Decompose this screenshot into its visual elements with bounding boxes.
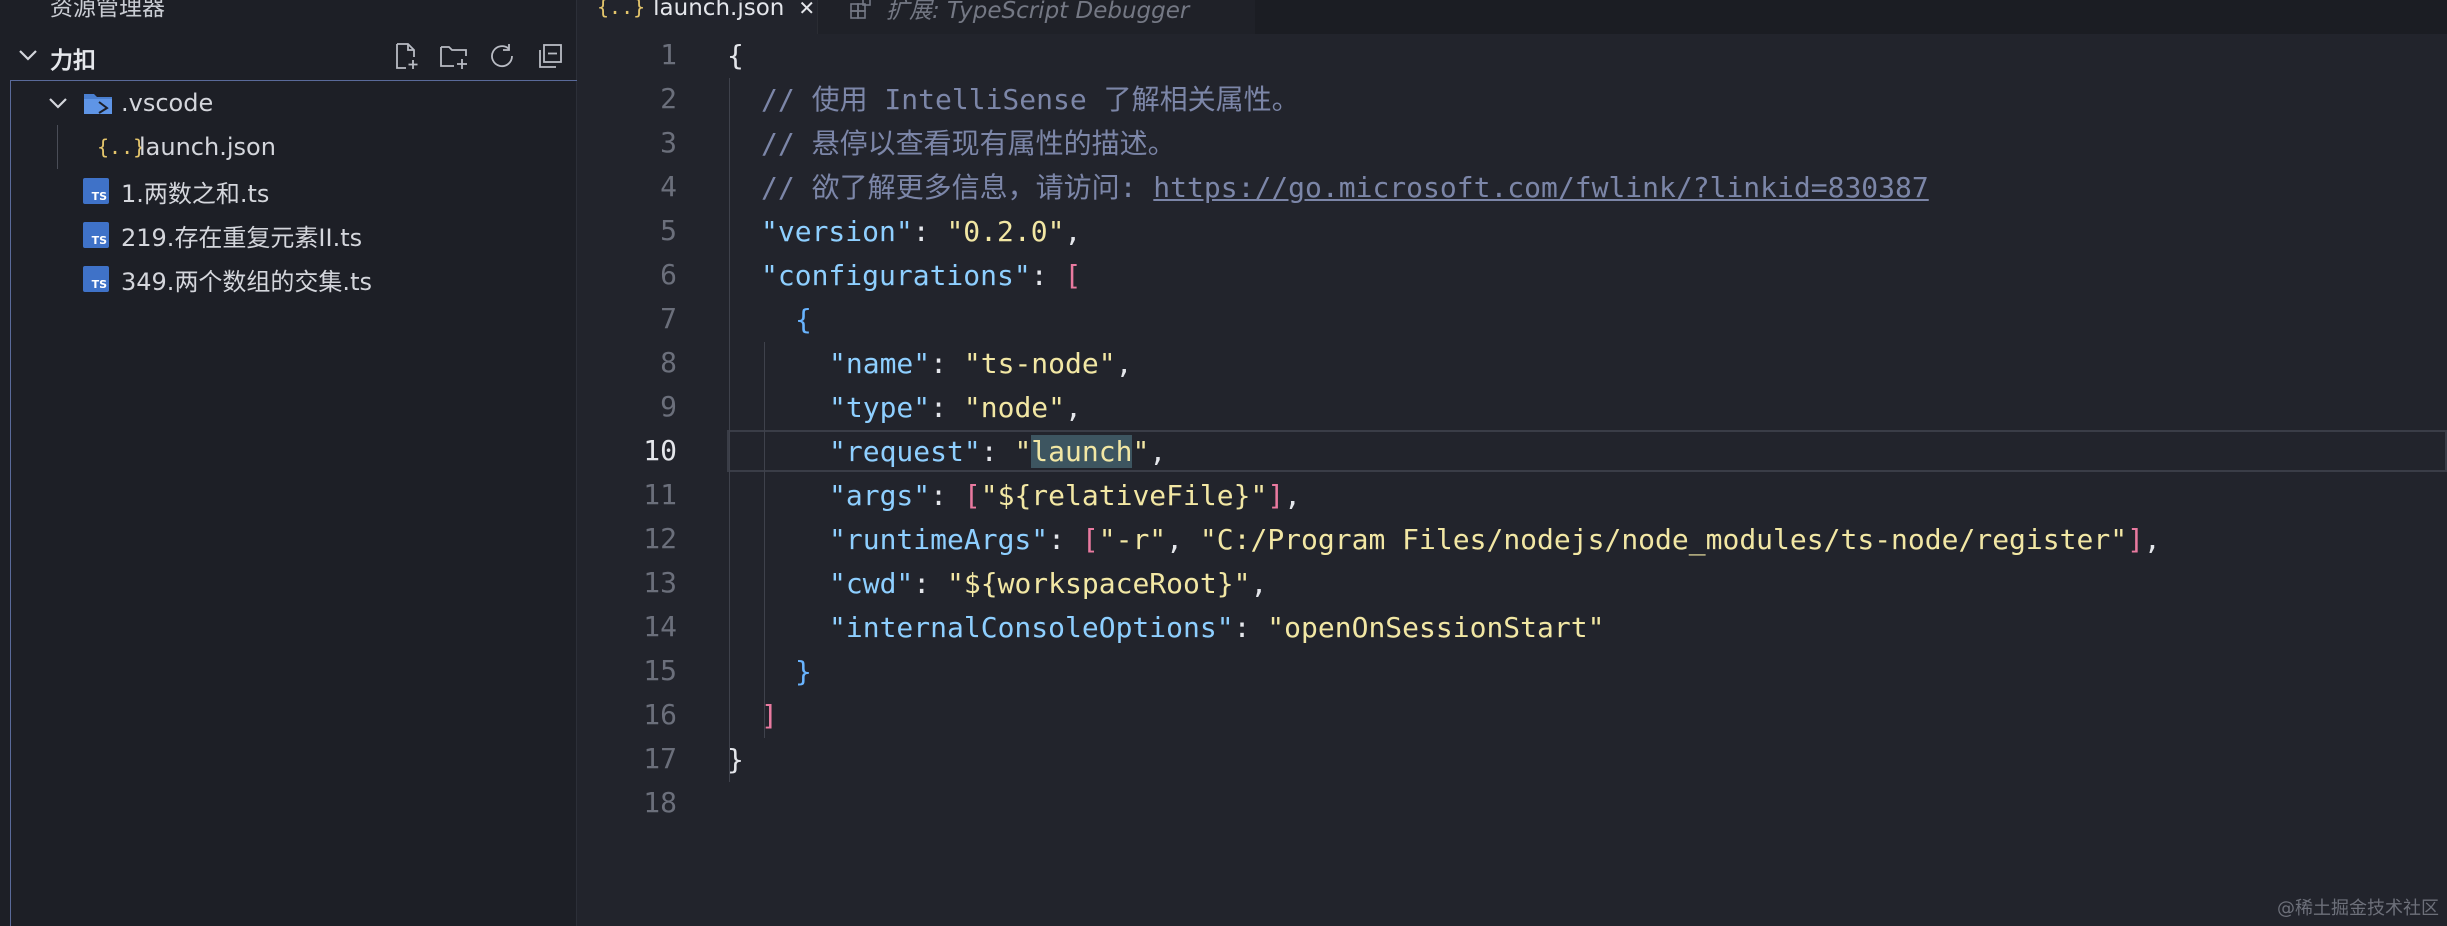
selected-word: launch <box>1031 435 1133 468</box>
line-number: 18 <box>643 786 677 819</box>
explorer-header: 资源管理器 ··· <box>0 0 577 34</box>
line-number: 9 <box>660 390 677 423</box>
indent-guide <box>729 78 730 782</box>
code-line: "type": "node", <box>829 391 1082 424</box>
tree-item-label: .vscode <box>121 89 214 117</box>
line-number: 16 <box>643 698 677 731</box>
code-line: { <box>795 303 812 336</box>
chevron-down-icon <box>19 50 37 61</box>
code-line: { <box>727 39 744 72</box>
tab-label: launch.json <box>653 0 785 21</box>
code-line: // 欲了解更多信息，请访问: https://go.microsoft.com… <box>761 166 1929 210</box>
tree-item-file[interactable]: TS 349.两个数组的交集.ts <box>11 257 577 301</box>
line-number: 12 <box>643 522 677 555</box>
line-number: 2 <box>660 82 677 115</box>
docs-link[interactable]: https://go.microsoft.com/fwlink/?linkid=… <box>1153 171 1928 204</box>
code-line: "configurations": [ <box>761 259 1082 292</box>
vscode-folder-icon <box>84 94 112 114</box>
json-icon: {..} <box>97 135 146 159</box>
line-number: 13 <box>643 566 677 599</box>
line-number: 5 <box>660 214 677 247</box>
line-number: 6 <box>660 258 677 291</box>
vscode-window: 资源管理器 ··· 力扣 <box>0 0 2447 926</box>
tree-item-label: 1.两数之和.ts <box>121 179 270 208</box>
code-line: ] <box>761 699 778 732</box>
line-number-gutter: 1 2 3 4 5 6 7 8 9 10 11 12 13 14 15 16 1… <box>577 34 727 926</box>
tab-extension-typescript-debugger[interactable]: 扩展: TypeScript Debugger <box>817 0 1255 34</box>
comment: // 使用 IntelliSense 了解相关属性。 <box>761 83 1300 116</box>
collapse-all-icon[interactable] <box>533 40 567 72</box>
extensions-icon <box>850 0 871 19</box>
chevron-down-icon <box>49 98 67 109</box>
indent-guide <box>764 342 765 738</box>
line-number: 11 <box>643 478 677 511</box>
line-number-active: 10 <box>643 434 677 467</box>
watermark: @稀土掘金技术社区 <box>2277 898 2439 919</box>
code-line: // 使用 IntelliSense 了解相关属性。 <box>761 78 1300 122</box>
ts-file-icon: TS <box>83 266 109 292</box>
code-line: "args": ["${relativeFile}"], <box>829 479 1302 512</box>
explorer-sidebar: 资源管理器 ··· 力扣 <box>0 0 577 926</box>
line-number: 15 <box>643 654 677 687</box>
line-number: 17 <box>643 742 677 775</box>
section-actions <box>389 40 567 72</box>
new-folder-icon[interactable] <box>437 40 471 72</box>
line-number: 1 <box>660 38 677 71</box>
tree-item-vscode-folder[interactable]: .vscode <box>11 81 577 125</box>
explorer-title: 资源管理器 <box>50 0 165 21</box>
refresh-icon[interactable] <box>485 40 519 72</box>
tab-label: 扩展: TypeScript Debugger <box>886 0 1190 24</box>
workspace-section-header[interactable]: 力扣 <box>0 36 577 76</box>
tree-item-label: 219.存在重复元素II.ts <box>121 223 363 252</box>
ts-file-icon: TS <box>83 178 109 204</box>
comment: // 欲了解更多信息，请访问: <box>761 171 1154 204</box>
more-actions-icon[interactable]: ··· <box>521 0 547 12</box>
code-line: } <box>727 743 744 776</box>
line-number: 3 <box>660 126 677 159</box>
code-editor[interactable]: { // 使用 IntelliSense 了解相关属性。 // 悬停以查看现有属… <box>727 34 2447 926</box>
tree-item-label: launch.json <box>139 133 276 161</box>
json-icon: {..} <box>597 0 646 19</box>
comment: // 悬停以查看现有属性的描述。 <box>761 127 1176 160</box>
code-line: "runtimeArgs": ["-r", "C:/Program Files/… <box>829 523 2161 556</box>
line-number: 7 <box>660 302 677 335</box>
line-number: 4 <box>660 170 677 203</box>
code-line: "version": "0.2.0", <box>761 215 1082 248</box>
editor-tab-bar: {..} launch.json ✕ 扩展: TypeScript Debugg… <box>577 0 2447 34</box>
new-file-icon[interactable] <box>389 40 423 72</box>
code-line: } <box>795 655 812 688</box>
close-icon[interactable]: ✕ <box>798 0 815 20</box>
workspace-title: 力扣 <box>50 48 96 74</box>
ts-file-icon: TS <box>83 222 109 248</box>
tree-item-launch-json[interactable]: {..} launch.json <box>11 125 577 169</box>
line-number: 14 <box>643 610 677 643</box>
code-line: "internalConsoleOptions": "openOnSession… <box>829 611 1605 644</box>
code-line-active: "request": "launch", <box>829 435 1167 468</box>
code-line: "name": "ts-node", <box>829 347 1133 380</box>
tab-launch-json[interactable]: {..} launch.json ✕ <box>577 0 817 34</box>
tree-item-file[interactable]: TS 219.存在重复元素II.ts <box>11 213 577 257</box>
code-line: // 悬停以查看现有属性的描述。 <box>761 122 1176 166</box>
line-number: 8 <box>660 346 677 379</box>
file-tree: .vscode {..} launch.json TS 1.两数之和.ts TS… <box>10 80 577 926</box>
tree-item-file[interactable]: TS 1.两数之和.ts <box>11 169 577 213</box>
code-line: "cwd": "${workspaceRoot}", <box>829 567 1268 600</box>
tree-item-label: 349.两个数组的交集.ts <box>121 267 372 296</box>
